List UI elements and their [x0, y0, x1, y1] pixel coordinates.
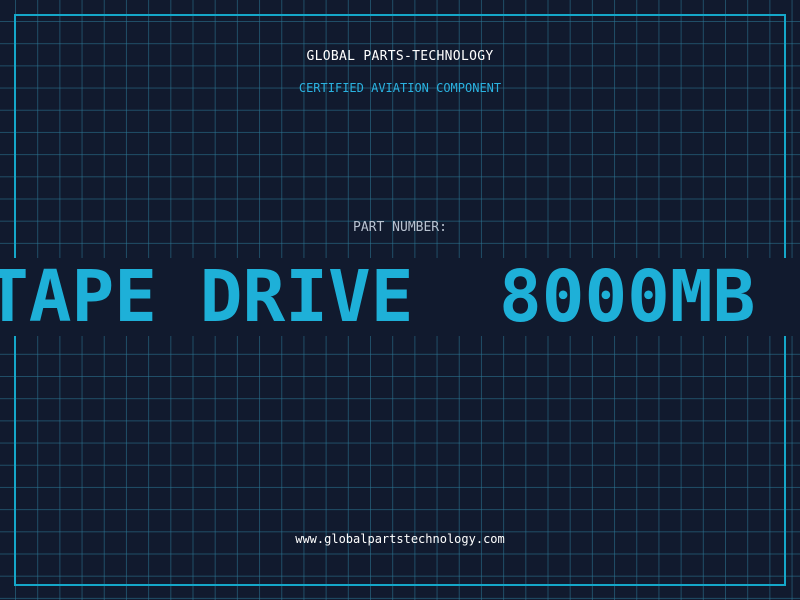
- label-screen: GLOBAL PARTS-TECHNOLOGY CERTIFIED AVIATI…: [0, 0, 800, 600]
- part-number-label: PART NUMBER:: [353, 220, 447, 235]
- website-url[interactable]: www.globalpartstechnology.com: [0, 530, 800, 548]
- certification-text: CERTIFIED AVIATION COMPONENT: [298, 81, 502, 95]
- company-name: GLOBAL PARTS-TECHNOLOGY: [306, 49, 494, 64]
- part-number-value: TAPE DRIVE 8000MB: [0, 255, 756, 338]
